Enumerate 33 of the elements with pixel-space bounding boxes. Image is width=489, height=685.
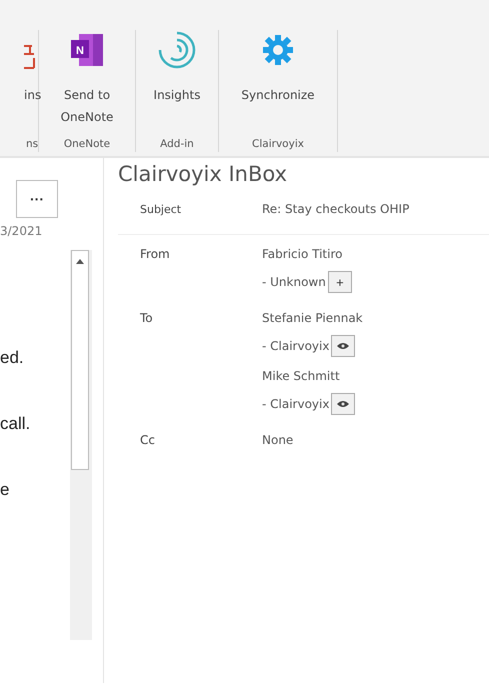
ribbon-button[interactable]: ins [0, 30, 42, 138]
recipient-name: Fabricio Titiro [262, 247, 344, 261]
eye-icon [337, 400, 350, 408]
recipient-status: - Clairvoyix [262, 339, 330, 353]
group-label: Add-in [160, 138, 194, 152]
ribbon-button[interactable]: Synchronize [237, 30, 319, 138]
pane-title: Clairvoyix InBox [118, 162, 288, 186]
message-text: ed. [0, 348, 24, 368]
message-text: call. [0, 414, 30, 434]
field-label: Subject [140, 202, 182, 216]
group-label: Clairvoyix [252, 138, 304, 152]
message-text: e [0, 480, 10, 500]
field-label: From [140, 247, 171, 263]
view-button[interactable] [331, 393, 356, 415]
view-button[interactable] [331, 335, 356, 357]
scrollbar[interactable] [71, 250, 89, 470]
recipient-status: - Clairvoyix [262, 397, 330, 411]
more-button[interactable]: ··· [16, 180, 58, 218]
field-label: To [140, 311, 154, 327]
recipient-name: None [262, 433, 294, 447]
recipient-status: - Unknown [262, 275, 326, 289]
scroll-up-icon[interactable] [76, 259, 84, 264]
group-label: ns [25, 138, 38, 152]
ribbon-button[interactable]: Insights [150, 30, 204, 138]
arcs-icon [156, 30, 197, 70]
group-label: OneNote [64, 138, 110, 152]
recipient-name: Mike Schmitt [262, 369, 341, 383]
field-label: Cc [140, 433, 156, 447]
recipient-name: Stefanie Piennak [262, 311, 363, 325]
subject-value: Re: Stay checkouts OHIP [262, 202, 410, 216]
date-text: 3/2021 [0, 224, 42, 238]
add-button[interactable]: + [328, 271, 352, 293]
eye-icon [337, 342, 350, 350]
